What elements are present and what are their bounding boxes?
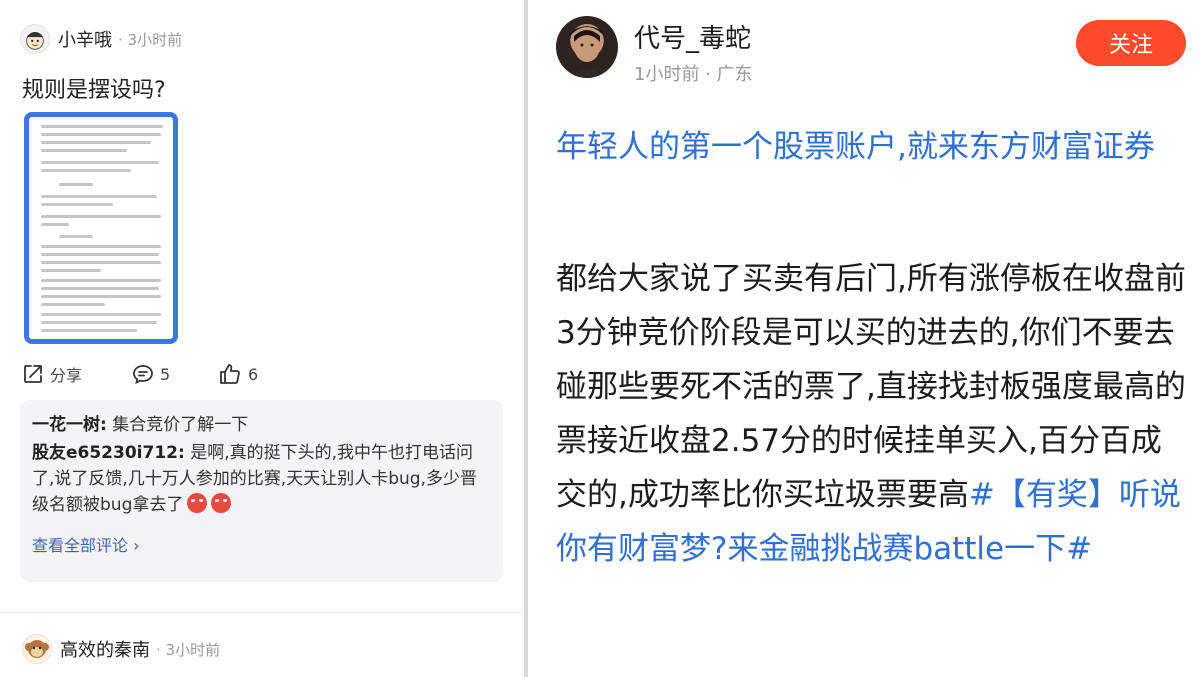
promo-headline-link[interactable]: 年轻人的第一个股票账户,就来东方财富证券 <box>556 122 1192 172</box>
like-count: 6 <box>248 364 259 384</box>
left-screenshot-panel: 小辛哦 · 3小时前 规则是摆设吗? 分享 5 6 一花一树: 集合竞价了解一下… <box>0 0 524 677</box>
avatar[interactable] <box>20 24 50 54</box>
action-bar: 分享 5 6 <box>20 360 500 388</box>
post-body-text: 都给大家说了买卖有后门,所有涨停板在收盘前3分钟竞价阶段是可以买的进去的,你们不… <box>556 261 1186 513</box>
angry-emoji-icon <box>211 493 232 513</box>
like-icon <box>220 364 240 384</box>
author-name[interactable]: 高效的秦南 <box>60 636 150 662</box>
red-underline <box>89 339 173 341</box>
right-screenshot-panel: 代号_毒蛇 1小时前 · 广东 关注 年轻人的第一个股票账户,就来东方财富证券 … <box>528 0 1200 677</box>
comment-preview-box: 一花一树: 集合竞价了解一下 股友e65230i712: 是啊,真的挺下头的,我… <box>20 400 503 582</box>
post-meta: 1小时前 · 广东 <box>634 64 753 85</box>
monkey-avatar-icon <box>25 640 49 658</box>
like-button[interactable]: 6 <box>218 360 258 388</box>
share-button[interactable]: 分享 <box>22 360 82 388</box>
author-name[interactable]: 小辛哦 <box>58 26 112 52</box>
next-post-header: 高效的秦南 · 3小时前 <box>22 634 220 664</box>
person-avatar-icon <box>568 26 606 78</box>
comment-item: 股友e65230i712: 是啊,真的挺下头的,我中午也打电话问了,说了反馈,几… <box>32 440 491 518</box>
share-label: 分享 <box>50 366 83 385</box>
post-header: 小辛哦 · 3小时前 <box>20 24 182 54</box>
angry-emoji-icon <box>187 493 208 513</box>
comment-user[interactable]: 一花一树: <box>32 415 107 435</box>
rules-document-image[interactable] <box>24 112 178 344</box>
view-all-comments-link[interactable]: 查看全部评论 › <box>32 532 491 556</box>
post-separator <box>0 612 524 613</box>
post-title[interactable]: 规则是摆设吗? <box>22 72 166 104</box>
share-icon <box>24 365 42 383</box>
avatar[interactable] <box>556 16 618 78</box>
comment-icon <box>133 365 153 385</box>
follow-button[interactable]: 关注 <box>1076 20 1186 66</box>
post-time: · 3小时前 <box>118 30 183 49</box>
comment-count: 5 <box>160 364 171 384</box>
comment-button[interactable]: 5 <box>132 360 170 388</box>
post-time: · 3小时前 <box>156 640 221 659</box>
comment-text: 集合竞价了解一下 <box>106 415 249 435</box>
avatar[interactable] <box>22 634 52 664</box>
comment-item: 一花一树: 集合竞价了解一下 <box>32 412 491 438</box>
comment-user[interactable]: 股友e65230i712: <box>32 443 185 463</box>
cartoon-avatar-icon <box>26 32 44 50</box>
author-name[interactable]: 代号_毒蛇 <box>634 18 751 55</box>
post-body: 都给大家说了买卖有后门,所有涨停板在收盘前3分钟竞价阶段是可以买的进去的,你们不… <box>556 252 1192 576</box>
